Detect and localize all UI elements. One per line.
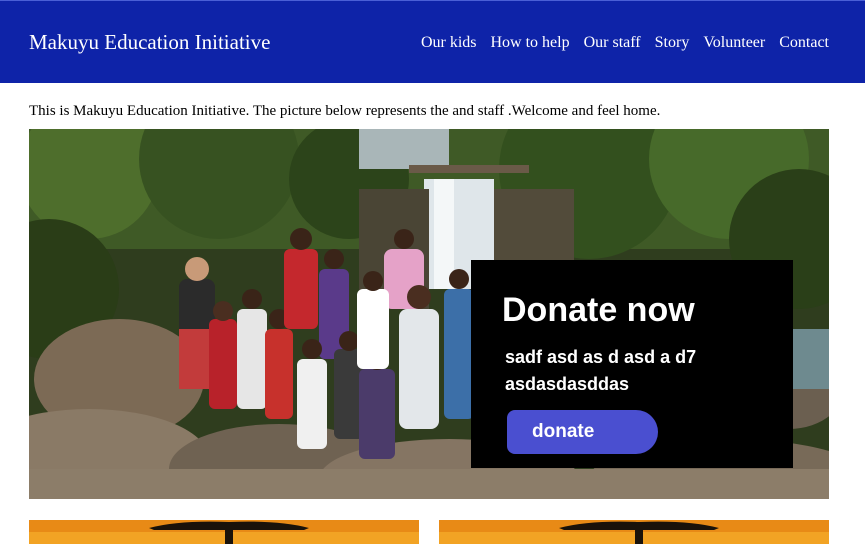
site-brand[interactable]: Makuyu Education Initiative (29, 30, 270, 55)
card-image-right (439, 520, 829, 544)
nav-our-kids[interactable]: Our kids (421, 34, 477, 52)
sunset-tree-photo-icon (439, 520, 829, 544)
main-nav: Our kids How to help Our staff Story Vol… (421, 34, 829, 52)
donate-button[interactable]: donate (507, 410, 658, 454)
nav-volunteer[interactable]: Volunteer (703, 34, 765, 52)
donate-text: sadf asd as d asd a d7 asdasdasddas (505, 347, 697, 394)
nav-story[interactable]: Story (655, 34, 690, 52)
card-image-left (29, 520, 419, 544)
nav-our-staff[interactable]: Our staff (584, 34, 641, 52)
donate-panel: Donate now sadf asd as d asd a d7 asdasd… (471, 260, 793, 468)
nav-how-to-help[interactable]: How to help (491, 34, 570, 52)
top-navbar: Makuyu Education Initiative Our kids How… (0, 0, 865, 83)
nav-contact[interactable]: Contact (779, 34, 829, 52)
sunset-tree-photo-icon (29, 520, 419, 544)
donate-title: Donate now (502, 291, 695, 329)
intro-text: This is Makuyu Education Initiative. The… (29, 103, 661, 119)
